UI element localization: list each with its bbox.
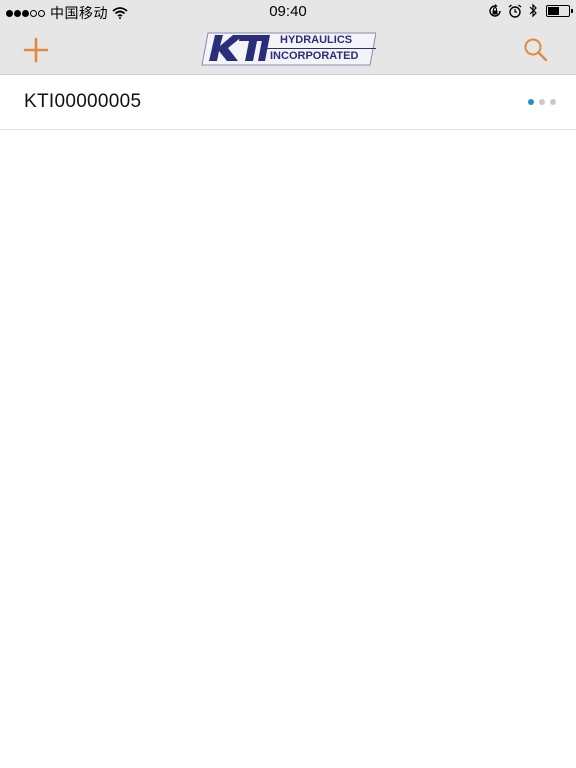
logo-text: HYDRAULICS INCORPORATED bbox=[266, 33, 376, 65]
page-dot bbox=[539, 99, 545, 105]
page-dot-active bbox=[528, 99, 534, 105]
logo-line-incorporated: INCORPORATED bbox=[270, 50, 359, 62]
add-button[interactable] bbox=[22, 36, 50, 64]
status-bar: 中国移动 09:40 bbox=[0, 0, 576, 24]
battery-icon bbox=[546, 4, 573, 17]
search-icon bbox=[524, 38, 548, 62]
logo-line-hydraulics: HYDRAULICS bbox=[266, 33, 376, 49]
alarm-icon bbox=[508, 3, 522, 18]
list-item-title: KTI00000005 bbox=[24, 91, 142, 112]
item-list: KTI00000005 bbox=[0, 75, 576, 130]
navigation-bar: HYDRAULICS INCORPORATED bbox=[0, 24, 576, 75]
plus-icon bbox=[23, 37, 49, 63]
page-dot bbox=[550, 99, 556, 105]
status-bar-right bbox=[482, 3, 573, 18]
page-indicator bbox=[523, 99, 556, 105]
rotation-lock-icon bbox=[489, 3, 501, 17]
bluetooth-icon bbox=[529, 3, 537, 18]
company-logo: HYDRAULICS INCORPORATED bbox=[200, 31, 376, 67]
battery-level bbox=[548, 6, 559, 15]
list-item[interactable]: KTI00000005 bbox=[0, 75, 576, 130]
search-button[interactable] bbox=[522, 36, 550, 64]
battery-tip bbox=[571, 8, 573, 13]
